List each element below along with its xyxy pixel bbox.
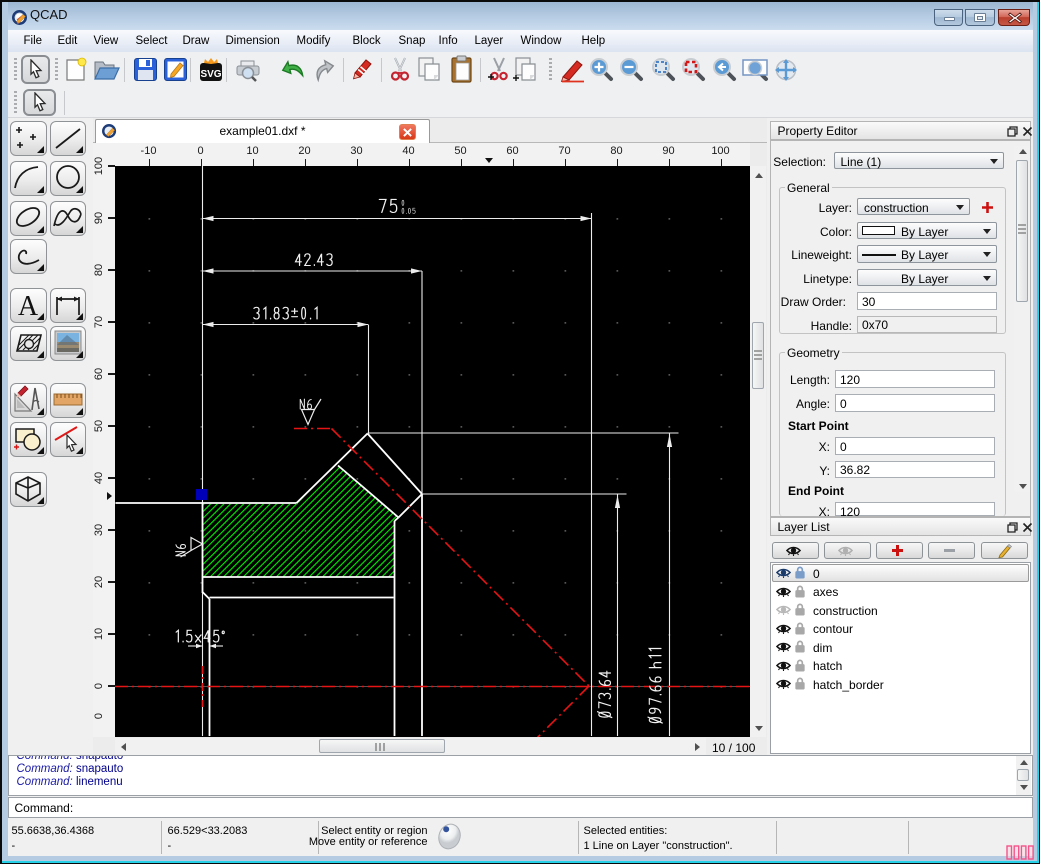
svg-text:SVG: SVG bbox=[200, 69, 221, 80]
